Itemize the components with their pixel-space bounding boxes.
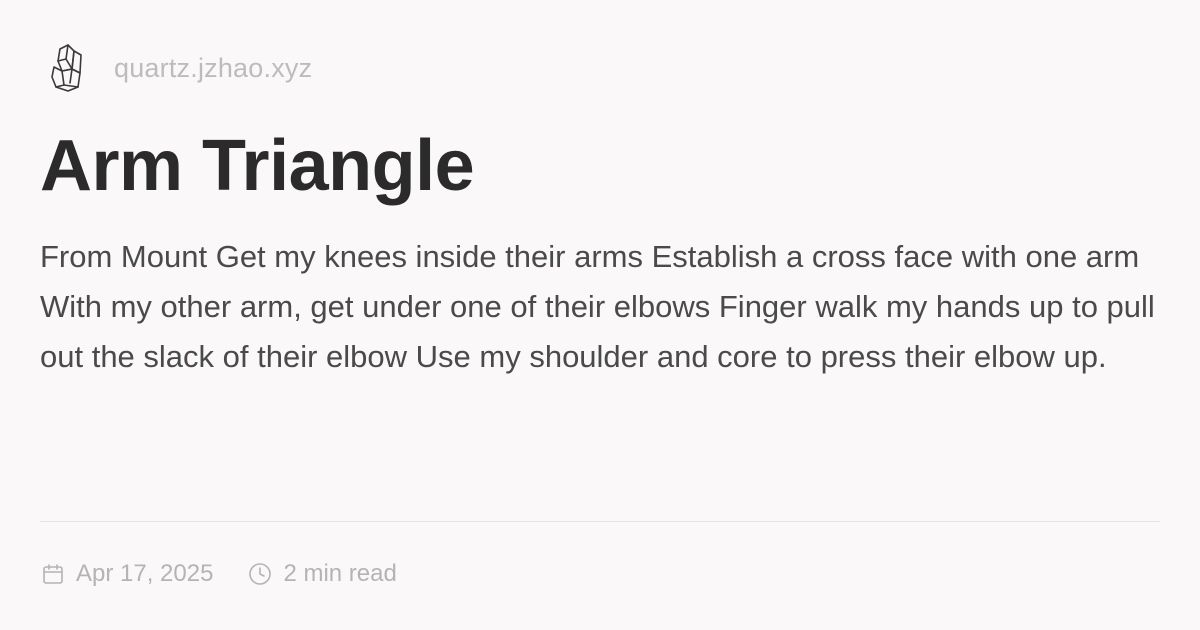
page-title: Arm Triangle xyxy=(40,126,475,206)
divider xyxy=(40,521,1160,522)
calendar-icon xyxy=(40,561,66,587)
clock-icon xyxy=(247,561,273,587)
page-description: From Mount Get my knees inside their arm… xyxy=(40,239,1155,374)
page-meta: Apr 17, 2025 2 min read xyxy=(40,556,397,592)
meta-reading-time: 2 min read xyxy=(247,560,397,588)
meta-reading-time-text: 2 min read xyxy=(283,560,397,587)
site-header: quartz.jzhao.xyz xyxy=(46,42,312,94)
site-name[interactable]: quartz.jzhao.xyz xyxy=(114,53,312,84)
og-card: quartz.jzhao.xyz Arm Triangle From Mount… xyxy=(0,0,1200,630)
meta-date-text: Apr 17, 2025 xyxy=(76,560,214,587)
meta-date: Apr 17, 2025 xyxy=(40,560,213,588)
crystal-icon xyxy=(46,42,90,94)
